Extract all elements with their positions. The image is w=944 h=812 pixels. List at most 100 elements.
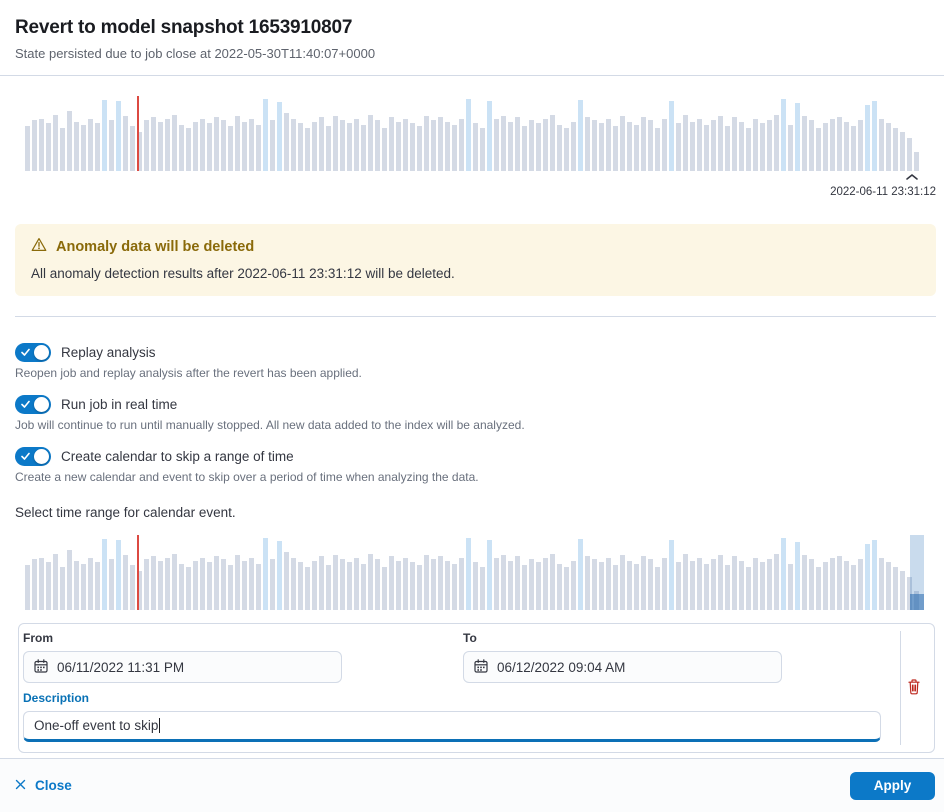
run-real-time-toggle[interactable]	[15, 395, 51, 414]
event-rate-bar	[767, 120, 772, 171]
event-rate-bar	[382, 127, 387, 171]
event-rate-bar	[900, 132, 905, 171]
event-rate-bar	[508, 121, 513, 171]
event-rate-bar	[256, 124, 261, 171]
event-rate-bar	[900, 571, 905, 610]
to-date-input[interactable]: 06/12/2022 09:04 AM	[463, 651, 782, 683]
event-rate-bar	[718, 115, 723, 171]
event-rate-bar	[277, 541, 282, 610]
event-rate-bar	[760, 562, 765, 610]
event-rate-bar	[557, 124, 562, 171]
event-rate-bar	[74, 560, 79, 610]
delete-event-button[interactable]	[901, 675, 927, 701]
event-rate-bar	[536, 562, 541, 610]
event-rate-bar	[515, 556, 520, 610]
toggle-knob	[34, 397, 49, 412]
event-rate-bar	[753, 557, 758, 610]
event-rate-bar	[459, 557, 464, 610]
event-rate-bar	[746, 566, 751, 610]
event-rate-bar	[823, 562, 828, 610]
event-rate-bar	[109, 120, 114, 171]
event-rate-bar	[389, 117, 394, 171]
event-rate-bar	[550, 114, 555, 171]
event-rate-bar	[165, 118, 170, 171]
event-rate-bar	[466, 538, 471, 610]
event-rate-bar	[788, 563, 793, 610]
event-rate-bar	[543, 118, 548, 171]
event-rate-bar	[816, 127, 821, 171]
event-rate-bar	[669, 101, 674, 171]
time-range-selection-handle[interactable]	[910, 594, 924, 610]
event-rate-bar	[221, 120, 226, 171]
event-rate-bar	[403, 118, 408, 171]
description-input[interactable]: One-off event to skip	[23, 711, 881, 742]
apply-button[interactable]: Apply	[850, 771, 935, 800]
event-rate-bar	[53, 553, 58, 610]
event-rate-bar	[228, 565, 233, 610]
event-rate-bar	[347, 562, 352, 610]
event-rate-bar	[585, 556, 590, 610]
event-rate-bar	[158, 561, 163, 610]
event-rate-bar	[487, 539, 492, 610]
event-rate-bar	[165, 557, 170, 610]
event-rate-bar	[634, 563, 639, 610]
event-rate-bar	[809, 559, 814, 610]
close-button[interactable]: Close	[15, 778, 72, 793]
event-rate-bar	[312, 560, 317, 610]
event-rate-bar	[459, 118, 464, 171]
event-rate-bar	[361, 563, 366, 610]
event-rate-bar	[872, 539, 877, 610]
event-rate-bar	[116, 540, 121, 610]
event-rate-bars	[25, 96, 919, 171]
event-rate-bar	[753, 118, 758, 171]
event-rate-bar	[172, 553, 177, 610]
snapshot-chart-block: 2022-06-11 23:31:12	[15, 96, 936, 198]
event-rate-bar	[886, 123, 891, 171]
event-rate-chart[interactable]	[25, 96, 919, 171]
event-rate-bar	[795, 541, 800, 610]
event-rate-bar	[53, 114, 58, 171]
event-rate-bar	[529, 120, 534, 171]
event-rate-bar	[354, 557, 359, 610]
event-rate-bar	[95, 123, 100, 171]
event-rate-bar	[298, 562, 303, 610]
event-rate-bar	[879, 118, 884, 171]
event-rate-bar	[844, 121, 849, 171]
event-rate-bar	[207, 123, 212, 171]
event-rate-bar	[200, 557, 205, 610]
event-rate-bar	[291, 118, 296, 171]
event-rate-bar	[627, 560, 632, 610]
event-rate-bar	[242, 560, 247, 610]
event-rate-bar	[473, 123, 478, 171]
from-date-input[interactable]: 06/11/2022 11:31 PM	[23, 651, 342, 683]
event-rate-bar	[662, 118, 667, 171]
event-rate-bars	[25, 535, 919, 610]
event-rate-bar	[655, 127, 660, 171]
toggle-row-create-calendar: Create calendar to skip a range of time	[15, 447, 936, 466]
event-rate-bar	[760, 123, 765, 171]
toggle-help-text: Create a new calendar and event to skip …	[15, 470, 479, 484]
event-rate-bar	[235, 554, 240, 610]
event-rate-bar	[39, 118, 44, 171]
event-rate-bar	[543, 557, 548, 610]
event-rate-bar	[298, 123, 303, 171]
event-rate-bar	[305, 566, 310, 610]
event-rate-bar	[382, 566, 387, 610]
event-rate-bar	[690, 560, 695, 610]
create-calendar-toggle[interactable]	[15, 447, 51, 466]
event-rate-bar	[410, 562, 415, 610]
event-rate-bar	[767, 559, 772, 610]
replay-analysis-toggle[interactable]	[15, 343, 51, 362]
event-rate-bar	[522, 126, 527, 171]
event-rate-bar	[725, 126, 730, 171]
warning-icon	[31, 237, 47, 257]
event-rate-bar	[697, 557, 702, 610]
event-rate-bar	[389, 556, 394, 610]
event-rate-bar	[599, 123, 604, 171]
calendar-range-chart[interactable]	[25, 535, 924, 610]
event-rate-bar	[725, 565, 730, 610]
event-rate-bar	[788, 124, 793, 171]
event-rate-bar	[774, 114, 779, 171]
event-rate-bar	[865, 544, 870, 610]
event-rate-bar	[837, 556, 842, 610]
